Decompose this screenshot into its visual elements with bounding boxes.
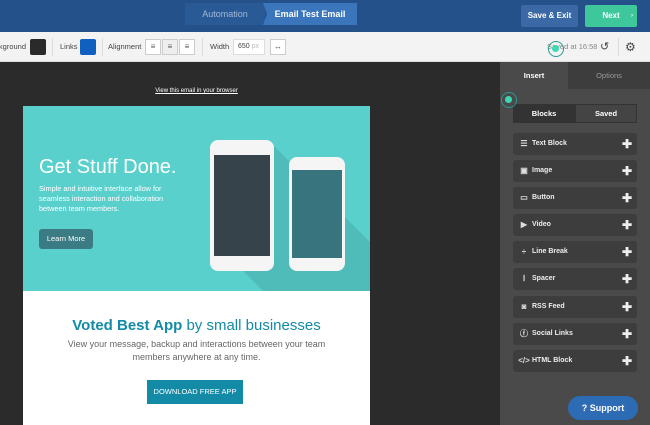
- block-label: RSS Feed: [532, 303, 565, 310]
- line-break-icon: ÷: [521, 247, 527, 256]
- gear-icon[interactable]: ⚙: [625, 32, 636, 61]
- support-label: Support: [589, 403, 625, 413]
- block-label: Text Block: [532, 140, 567, 147]
- divider: [102, 38, 103, 56]
- plus-icon: ✚: [621, 137, 632, 151]
- app-root: Automation Email Test Email Save & Exit …: [0, 0, 650, 425]
- hero-text: Simple and intuitive interface allow for…: [39, 184, 164, 213]
- content-section: Voted Best App by small businesses View …: [23, 291, 370, 425]
- block-label: Line Break: [532, 248, 568, 255]
- align-center-icon[interactable]: ≡: [162, 39, 178, 55]
- block-label: Social Links: [532, 330, 573, 337]
- image-icon: ▣: [520, 166, 528, 175]
- body-text: View your message, backup and interactio…: [67, 339, 326, 362]
- block-label: Image: [532, 167, 553, 174]
- background-color-swatch[interactable]: [30, 39, 46, 55]
- plus-icon: ✚: [621, 164, 632, 178]
- block-text-block[interactable]: ☰ Text Block ✚: [513, 133, 637, 155]
- block-social-links[interactable]: ⓕ Social Links ✚: [513, 323, 637, 345]
- block-label: Video: [532, 221, 551, 228]
- next-button[interactable]: Next ›: [585, 5, 637, 27]
- headline: Voted Best App by small businesses: [23, 317, 370, 334]
- block-label: HTML Block: [532, 357, 573, 364]
- breadcrumb-email[interactable]: Email Test Email: [263, 3, 357, 25]
- width-label: Width: [210, 42, 230, 51]
- alignment-label: Alignment: [108, 42, 142, 51]
- learn-more-button[interactable]: Learn More: [39, 229, 93, 249]
- plus-icon: ✚: [621, 327, 632, 341]
- block-rss-feed[interactable]: ◙ RSS Feed ✚: [513, 296, 637, 318]
- plus-icon: ✚: [621, 245, 632, 259]
- phone-small-image: [289, 157, 345, 271]
- code-icon: </>: [518, 356, 530, 365]
- plus-icon: ✚: [621, 191, 632, 205]
- width-unit: px: [251, 43, 260, 50]
- links-label: Links: [60, 42, 78, 51]
- plus-icon: ✚: [621, 272, 632, 286]
- next-label: Next: [602, 11, 620, 20]
- spacer-icon: Ⅰ: [522, 274, 526, 283]
- block-spacer[interactable]: Ⅰ Spacer ✚: [513, 268, 637, 290]
- links-color-swatch[interactable]: [80, 39, 96, 55]
- hero-section: Get Stuff Done. Simple and intuitive int…: [23, 106, 370, 291]
- download-button[interactable]: DOWNLOAD FREE APP: [147, 380, 243, 404]
- hero-title: Get Stuff Done.: [39, 156, 177, 178]
- tab-options[interactable]: Options: [568, 62, 650, 89]
- subtab-blocks[interactable]: Blocks: [513, 104, 575, 123]
- view-in-browser-link[interactable]: View this email in your browser: [23, 88, 370, 94]
- plus-icon: ✚: [621, 300, 632, 314]
- top-bar: Automation Email Test Email Save & Exit …: [0, 0, 650, 32]
- social-icon: ⓕ: [520, 329, 528, 338]
- divider: [52, 38, 53, 56]
- block-label: Button: [532, 194, 555, 201]
- breadcrumb-automation[interactable]: Automation: [185, 3, 265, 25]
- help-icon: ?: [581, 403, 588, 413]
- align-left-icon[interactable]: ≡: [145, 39, 161, 55]
- block-line-break[interactable]: ÷ Line Break ✚: [513, 241, 637, 263]
- align-right-icon[interactable]: ≡: [179, 39, 195, 55]
- block-image[interactable]: ▣ Image ✚: [513, 160, 637, 182]
- expand-width-icon[interactable]: ↔: [270, 39, 286, 55]
- block-html-block[interactable]: </> HTML Block ✚: [513, 350, 637, 372]
- width-value: 650: [238, 43, 250, 50]
- save-exit-button[interactable]: Save & Exit: [521, 5, 578, 27]
- history-icon[interactable]: ↺: [600, 32, 609, 61]
- divider: [618, 38, 619, 56]
- phone-large-image: [210, 140, 274, 271]
- rss-icon: ◙: [521, 302, 527, 311]
- hotspot-indicator[interactable]: [548, 41, 564, 57]
- subtab-saved[interactable]: Saved: [575, 104, 637, 123]
- divider: [202, 38, 203, 56]
- plus-icon: ✚: [621, 218, 632, 232]
- video-icon: ▶: [520, 220, 528, 229]
- headline-bold: Voted Best App: [72, 317, 183, 334]
- block-video[interactable]: ▶ Video ✚: [513, 214, 637, 236]
- headline-rest: by small businesses: [182, 317, 321, 334]
- block-button[interactable]: ▭ Button ✚: [513, 187, 637, 209]
- support-button[interactable]: ? Support: [568, 396, 638, 420]
- block-label: Spacer: [532, 275, 556, 282]
- button-icon: ▭: [520, 193, 528, 202]
- text-icon: ☰: [520, 139, 528, 148]
- caret-right-icon: ›: [631, 13, 633, 19]
- tab-insert[interactable]: Insert: [500, 62, 568, 89]
- width-input[interactable]: 650 px: [233, 39, 265, 55]
- plus-icon: ✚: [621, 354, 632, 368]
- hotspot-indicator[interactable]: [501, 92, 517, 108]
- background-label: Background: [0, 42, 27, 51]
